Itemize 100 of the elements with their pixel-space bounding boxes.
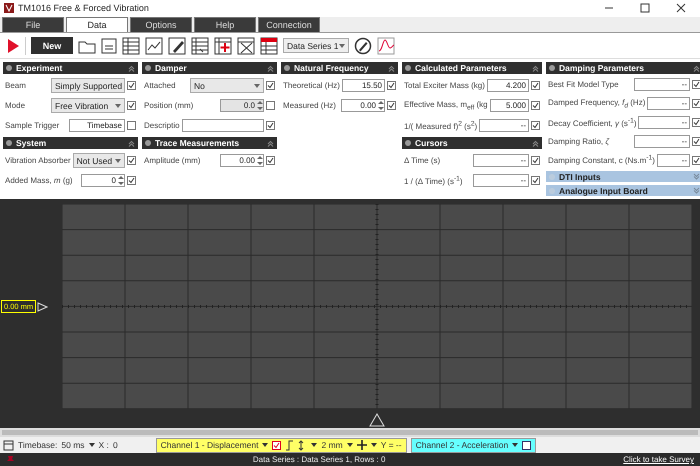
input-field[interactable]: 15.50 [342, 79, 385, 92]
collapse-icon[interactable] [128, 64, 135, 72]
checkbox[interactable] [127, 101, 136, 110]
dropdown[interactable]: Simply Supported [51, 78, 125, 94]
dropdown[interactable]: Not Used [72, 153, 125, 168]
spinner-arrows-icon[interactable] [378, 100, 384, 112]
checkbox[interactable] [531, 101, 540, 110]
input-field[interactable]: -- [634, 134, 690, 148]
panel-header[interactable]: Damper [142, 62, 277, 74]
input-field[interactable]: -- [473, 154, 529, 168]
checkbox[interactable] [127, 121, 136, 130]
checkbox[interactable] [531, 121, 540, 130]
data-series-dropdown[interactable]: Data Series 1 [283, 38, 349, 54]
caret-icon[interactable] [512, 443, 518, 448]
play-icon[interactable] [6, 38, 20, 54]
field-label: Damped Frequency, f$_{d}$ (Hz) [548, 98, 646, 110]
input-field[interactable]: -- [634, 78, 690, 92]
pencil-icon[interactable] [168, 36, 186, 55]
table-icon[interactable] [260, 36, 278, 55]
input-field[interactable] [182, 119, 264, 132]
add-row-icon[interactable] [214, 36, 232, 55]
window-icon[interactable] [3, 440, 14, 451]
checkbox[interactable] [387, 101, 396, 110]
maximize-icon[interactable] [640, 3, 650, 14]
checkbox[interactable] [127, 81, 136, 90]
spinner-field[interactable]: 0.00 [220, 154, 264, 168]
spinner-field[interactable]: 0 [81, 174, 125, 188]
panel-header[interactable]: Cursors [402, 137, 542, 150]
checkbox[interactable] [692, 98, 700, 108]
table-icon[interactable] [191, 36, 209, 55]
checkbox[interactable] [522, 440, 532, 450]
tab[interactable]: File [2, 16, 64, 32]
dropdown[interactable]: Free Vibration [51, 98, 125, 114]
field-label: Damping Ratio, ζ [548, 136, 610, 146]
new-button[interactable]: New [31, 37, 73, 54]
checkbox[interactable] [266, 156, 275, 166]
checkbox[interactable] [692, 80, 700, 90]
collapse-icon[interactable] [532, 64, 539, 72]
spinner-arrows-icon[interactable] [118, 175, 124, 186]
input-field[interactable]: -- [656, 154, 690, 167]
panel-header[interactable]: Experiment [3, 62, 138, 74]
checkbox[interactable] [692, 136, 700, 146]
panel-header[interactable]: Natural Frequency [281, 62, 398, 74]
checkbox[interactable] [272, 440, 282, 450]
pencil-circle-icon[interactable] [354, 36, 372, 55]
checkbox[interactable] [531, 156, 540, 166]
checkbox[interactable] [266, 81, 275, 90]
panel-header[interactable]: Trace Measurements [142, 137, 277, 150]
checkbox[interactable] [692, 118, 700, 127]
offset-marker-icon[interactable] [37, 302, 48, 312]
input-field[interactable]: Timebase [69, 119, 125, 132]
save-icon[interactable] [101, 38, 117, 54]
collapse-icon[interactable] [693, 64, 700, 72]
panel-header[interactable]: System [3, 137, 138, 150]
caret-icon[interactable] [370, 443, 377, 448]
collapse-icon[interactable] [388, 64, 395, 72]
delete-icon[interactable] [237, 36, 255, 55]
caret-icon[interactable] [311, 443, 318, 448]
panel-header[interactable]: Calculated Parameters [402, 62, 542, 74]
spinner-arrows-icon[interactable] [257, 155, 263, 166]
panel-header[interactable]: Damping Parameters [546, 62, 700, 74]
horizontal-scrollbar[interactable] [0, 428, 700, 438]
app-logo-icon [4, 3, 14, 14]
checkbox[interactable] [127, 176, 136, 186]
x-label: X : [98, 440, 109, 450]
checkbox[interactable] [387, 81, 396, 90]
checkbox[interactable] [531, 81, 540, 90]
collapse-icon[interactable] [267, 140, 274, 147]
input-field[interactable]: 5.000 [490, 99, 529, 112]
input-field[interactable]: -- [647, 96, 690, 110]
waveform-icon[interactable] [377, 36, 395, 55]
caret-icon[interactable] [262, 443, 268, 448]
spinner-field[interactable]: 0.00 [341, 99, 385, 112]
checkbox[interactable] [266, 121, 275, 130]
crosshair-icon[interactable] [356, 440, 367, 450]
line-chart-icon[interactable] [145, 36, 163, 55]
collapse-icon[interactable] [267, 64, 274, 72]
panel-header[interactable]: DTI Inputs [546, 170, 700, 182]
close-icon[interactable] [676, 3, 686, 14]
input-field[interactable]: -- [479, 119, 529, 132]
trigger-edge-icon[interactable] [285, 440, 294, 451]
input-field[interactable]: -- [638, 116, 690, 129]
cursor-marker-icon[interactable] [369, 413, 385, 428]
checkbox[interactable] [692, 156, 700, 165]
input-field[interactable]: 4.200 [486, 79, 529, 92]
collapse-icon[interactable] [532, 140, 539, 147]
panel-header[interactable]: Analogue Input Board [546, 185, 700, 196]
tab[interactable]: Connection [258, 16, 320, 32]
tab[interactable]: Help [194, 16, 256, 32]
tab[interactable]: Options [130, 16, 192, 32]
table-icon[interactable] [122, 36, 140, 55]
dropdown[interactable]: No [190, 78, 264, 94]
checkbox[interactable] [127, 156, 136, 166]
caret-icon[interactable] [88, 443, 95, 448]
checkbox[interactable] [531, 176, 540, 186]
input-field[interactable]: -- [473, 174, 529, 188]
survey-link[interactable]: Click to take Survey [623, 455, 694, 464]
tab[interactable]: Data [66, 16, 128, 32]
caret-icon[interactable] [346, 443, 353, 448]
collapse-icon[interactable] [128, 140, 135, 147]
